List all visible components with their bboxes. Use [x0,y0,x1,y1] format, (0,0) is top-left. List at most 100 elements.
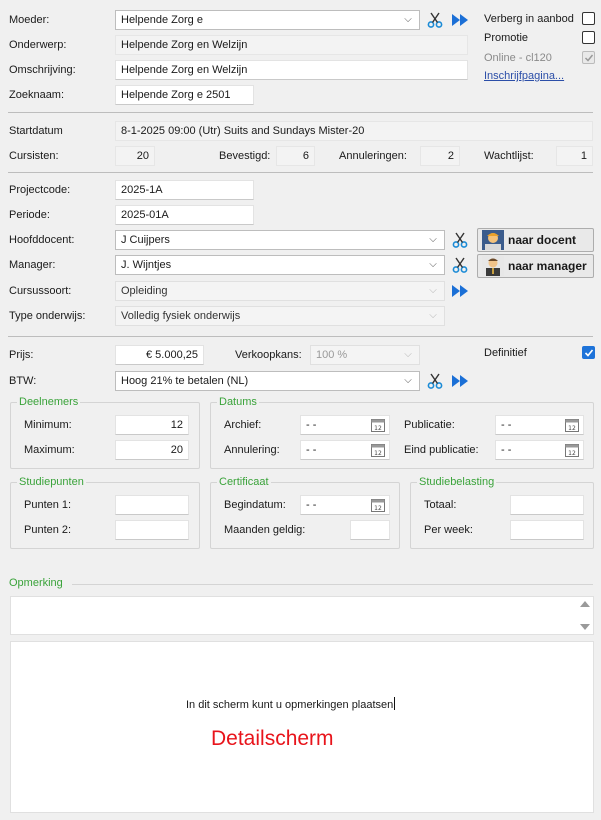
online-label: Online - cl120 [484,52,552,64]
chevron-down-icon: ⌵ [404,375,412,386]
zoeknaam-input[interactable]: Helpende Zorg e 2501 [115,85,254,105]
definitief-checkbox[interactable] [582,346,595,359]
bevestigd-field: 6 [276,146,315,166]
online-checkbox [582,51,595,64]
maanden-geldig-label: Maanden geldig: [224,524,306,536]
punten2-input[interactable] [115,520,189,540]
fast-forward-icon [452,375,468,387]
forward-button[interactable] [450,371,470,391]
chevron-down-icon: ⌵ [404,349,412,360]
projectcode-label: Projectcode: [9,184,71,196]
chevron-down-icon: ⌵ [429,259,437,270]
calendar-icon[interactable]: 12 [371,443,385,457]
naar-manager-button[interactable]: naar manager [477,254,594,278]
cursussoort-combo[interactable]: Opleiding ⌵ [115,281,445,301]
scissors-icon [452,232,468,248]
chevron-down-icon: ⌵ [404,14,412,25]
scissors-button[interactable] [450,230,470,250]
svg-text:12: 12 [374,425,382,432]
verkoopkans-combo[interactable]: 100 % ⌵ [310,345,420,365]
scissors-button[interactable] [450,255,470,275]
annulering-date-input[interactable]: - - 12 [300,440,390,460]
publicatie-date-input[interactable]: - - 12 [495,415,584,435]
publicatie-label: Publicatie: [404,419,455,431]
btw-value: Hoog 21% te betalen (NL) [121,375,249,387]
type-onderwijs-combo[interactable]: Volledig fysiek onderwijs ⌵ [115,306,445,326]
opmerking-hint-text: In dit scherm kunt u opmerkingen plaatse… [186,699,394,711]
periode-input[interactable]: 2025-01A [115,205,254,225]
begindatum-label: Begindatum: [224,499,286,511]
moeder-value: Helpende Zorg e [121,14,203,26]
chevron-down-icon: ⌵ [429,234,437,245]
scroll-down-icon[interactable] [580,624,590,630]
promotie-label: Promotie [484,32,529,44]
cursussoort-value: Opleiding [121,285,168,297]
archief-date-input[interactable]: - - 12 [300,415,390,435]
hoofddocent-label: Hoofddocent: [9,234,75,246]
studiebelasting-title: Studiebelasting [417,475,497,489]
prijs-input[interactable]: € 5.000,25 [115,345,204,365]
maximum-input[interactable]: 20 [115,440,189,460]
annulering-date-value: - - [306,444,317,456]
hoofddocent-combo[interactable]: J Cuijpers ⌵ [115,230,445,250]
calendar-icon[interactable]: 12 [371,498,385,512]
wachtlijst-field: 1 [556,146,593,166]
calendar-icon[interactable]: 12 [565,443,579,457]
manager-value: J. Wijntjes [121,259,172,271]
scissors-button[interactable] [425,10,445,30]
omschrijving-input[interactable]: Helpende Zorg en Welzijn [115,60,468,80]
chevron-down-icon: ⌵ [429,310,437,321]
naar-docent-button[interactable]: naar docent [477,228,594,252]
eind-publicatie-date-value: - - [501,444,512,456]
scissors-icon [452,257,468,273]
maanden-geldig-input[interactable] [350,520,390,540]
separator [72,584,593,585]
fast-forward-icon [452,14,468,26]
annulering-label: Annulering: [224,444,280,456]
minimum-input[interactable]: 12 [115,415,189,435]
opmerking-hint: In dit scherm kunt u opmerkingen plaatse… [186,697,396,712]
per-week-label: Per week: [424,524,473,536]
studiepunten-title: Studiepunten [17,475,86,489]
scissors-button[interactable] [425,371,445,391]
text-cursor [394,697,396,710]
opmerking-textarea[interactable] [10,596,594,635]
separator [8,112,593,113]
type-onderwijs-value: Volledig fysiek onderwijs [121,310,241,322]
forward-button[interactable] [450,281,470,301]
svg-text:12: 12 [568,425,576,432]
btw-combo[interactable]: Hoog 21% te betalen (NL) ⌵ [115,371,420,391]
verberg-checkbox[interactable] [582,12,595,25]
certificaat-title: Certificaat [217,475,271,489]
scrollbar[interactable] [579,599,591,632]
calendar-icon[interactable]: 12 [565,418,579,432]
cursisten-label: Cursisten: [9,150,59,162]
eind-publicatie-date-input[interactable]: - - 12 [495,440,584,460]
calendar-icon[interactable]: 12 [371,418,385,432]
moeder-combo[interactable]: Helpende Zorg e ⌵ [115,10,420,30]
separator [8,172,593,173]
manager-combo[interactable]: J. Wijntjes ⌵ [115,255,445,275]
svg-text:12: 12 [374,450,382,457]
verkoopkans-value: 100 % [316,349,348,361]
onderwerp-label: Onderwerp: [9,39,67,51]
type-onderwijs-label: Type onderwijs: [9,310,86,322]
punten1-input[interactable] [115,495,189,515]
promotie-checkbox[interactable] [582,31,595,44]
begindatum-date-input[interactable]: - - 12 [300,495,390,515]
eind-publicatie-label: Eind publicatie: [404,444,479,456]
definitief-label: Definitief [484,347,527,359]
scroll-up-icon[interactable] [580,601,590,607]
check-icon [584,349,594,357]
forward-button[interactable] [450,10,470,30]
minimum-label: Minimum: [24,419,72,431]
cursisten-field: 20 [115,146,155,166]
verberg-label: Verberg in aanbod [484,13,574,25]
archief-date-value: - - [306,419,317,431]
inschrijfpagina-link[interactable]: Inschrijfpagina... [484,70,564,82]
totaal-input[interactable] [510,495,584,515]
separator [8,336,593,337]
archief-label: Archief: [224,419,262,431]
per-week-input[interactable] [510,520,584,540]
projectcode-input[interactable]: 2025-1A [115,180,254,200]
